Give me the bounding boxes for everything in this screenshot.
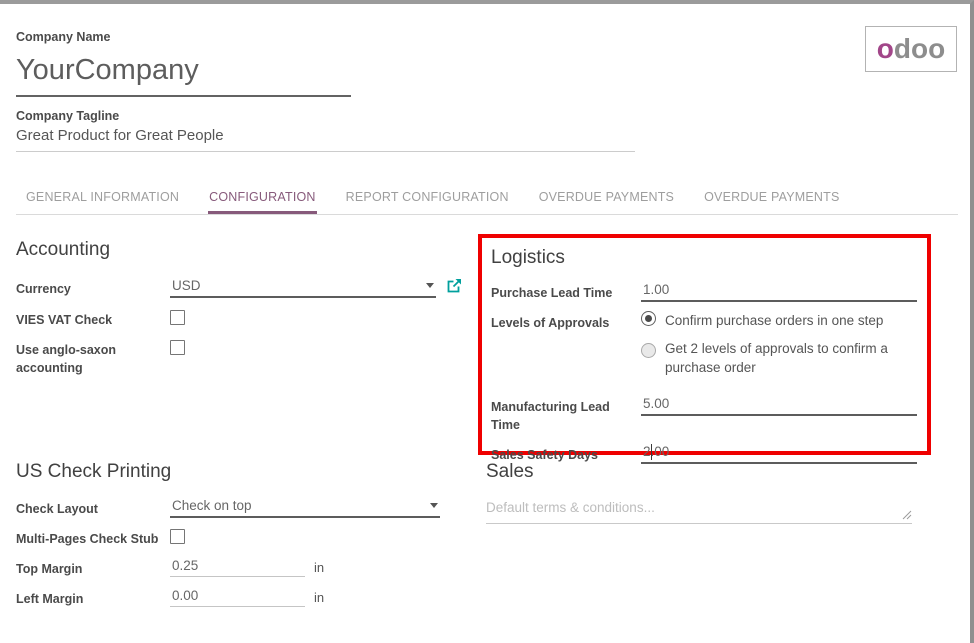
purchase-lead-time-row: Purchase Lead Time <box>491 281 927 302</box>
levels-of-approvals-row: Levels of Approvals Confirm purchase ord… <box>491 311 927 386</box>
sales-safety-days-input[interactable] <box>643 444 915 459</box>
chevron-down-icon[interactable] <box>426 283 434 288</box>
radio-selected-icon[interactable] <box>641 311 656 326</box>
anglo-saxon-row: Use anglo-saxon accounting <box>16 338 462 377</box>
currency-field[interactable] <box>170 277 436 298</box>
manufacturing-lead-time-label: Manufacturing Lead Time <box>491 395 641 434</box>
approval-option-one-step-label: Confirm purchase orders in one step <box>665 311 883 331</box>
top-margin-label: Top Margin <box>16 557 170 578</box>
top-margin-field[interactable] <box>170 557 305 577</box>
tab-report-configuration[interactable]: REPORT CONFIGURATION <box>345 188 510 214</box>
check-layout-row: Check Layout <box>16 497 462 518</box>
accounting-title: Accounting <box>16 239 462 261</box>
check-layout-value[interactable] <box>172 498 426 513</box>
us-check-printing-title: US Check Printing <box>16 461 462 483</box>
vies-vat-row: VIES VAT Check <box>16 308 462 329</box>
anglo-saxon-label: Use anglo-saxon accounting <box>16 338 170 377</box>
company-settings-form: Company Name Company Tagline odoo GENERA… <box>0 0 974 643</box>
tab-general-information[interactable]: GENERAL INFORMATION <box>25 188 180 214</box>
form-header: Company Name Company Tagline <box>16 30 635 152</box>
company-name-field-wrap <box>16 52 351 97</box>
top-margin-unit: in <box>314 557 324 575</box>
sales-title: Sales <box>486 461 912 483</box>
company-name-label: Company Name <box>16 30 635 44</box>
vies-vat-label: VIES VAT Check <box>16 308 170 329</box>
currency-label: Currency <box>16 277 170 298</box>
left-margin-row: Left Margin in <box>16 587 462 608</box>
purchase-lead-time-label: Purchase Lead Time <box>491 281 641 302</box>
currency-input[interactable] <box>172 278 422 293</box>
check-layout-label: Check Layout <box>16 497 170 518</box>
external-link-icon[interactable] <box>446 278 462 299</box>
left-margin-input[interactable] <box>172 588 303 603</box>
resize-handle-icon[interactable] <box>902 507 912 525</box>
left-margin-field[interactable] <box>170 587 305 607</box>
manufacturing-lead-time-field[interactable] <box>641 395 917 416</box>
multi-pages-label: Multi-Pages Check Stub <box>16 527 170 548</box>
us-check-printing-section: US Check Printing Check Layout Multi-Pag… <box>16 461 462 618</box>
currency-row: Currency <box>16 277 462 299</box>
radio-unselected-icon[interactable] <box>641 343 656 358</box>
tab-bar: GENERAL INFORMATION CONFIGURATION REPORT… <box>16 188 958 215</box>
company-tagline-label: Company Tagline <box>16 109 635 123</box>
tab-overdue-payments-2[interactable]: OVERDUE PAYMENTS <box>703 188 840 214</box>
tab-overdue-payments-1[interactable]: OVERDUE PAYMENTS <box>538 188 675 214</box>
text-cursor <box>651 444 652 460</box>
company-tagline-input[interactable] <box>16 123 635 152</box>
left-margin-unit: in <box>314 587 324 605</box>
top-margin-row: Top Margin in <box>16 557 462 578</box>
company-name-input[interactable] <box>16 52 351 95</box>
approval-option-two-levels[interactable]: Get 2 levels of approvals to confirm a p… <box>641 339 917 378</box>
levels-of-approvals-label: Levels of Approvals <box>491 311 641 332</box>
default-terms-textarea[interactable] <box>486 496 912 524</box>
sales-section: Sales <box>486 461 912 529</box>
logistics-title: Logistics <box>491 247 927 269</box>
approval-option-one-step[interactable]: Confirm purchase orders in one step <box>641 311 917 331</box>
purchase-lead-time-input[interactable] <box>643 282 915 297</box>
logistics-section-highlight-box: Logistics Purchase Lead Time Levels of A… <box>478 234 931 455</box>
approval-option-two-levels-label: Get 2 levels of approvals to confirm a p… <box>665 339 917 378</box>
tab-configuration[interactable]: CONFIGURATION <box>208 188 317 214</box>
top-margin-input[interactable] <box>172 558 303 573</box>
odoo-logo: odoo <box>865 26 957 72</box>
check-layout-select[interactable] <box>170 497 440 518</box>
chevron-down-icon[interactable] <box>430 503 438 508</box>
anglo-saxon-checkbox[interactable] <box>170 340 185 355</box>
odoo-logo-rest: doo <box>894 35 945 63</box>
multi-pages-row: Multi-Pages Check Stub <box>16 527 462 548</box>
accounting-section: Accounting Currency VIES VAT Check <box>16 239 462 386</box>
odoo-logo-accent-letter: o <box>877 35 894 63</box>
purchase-lead-time-field[interactable] <box>641 281 917 302</box>
vies-vat-checkbox[interactable] <box>170 310 185 325</box>
manufacturing-lead-time-input[interactable] <box>643 396 915 411</box>
left-margin-label: Left Margin <box>16 587 170 608</box>
manufacturing-lead-time-row: Manufacturing Lead Time <box>491 395 927 434</box>
multi-pages-checkbox[interactable] <box>170 529 185 544</box>
